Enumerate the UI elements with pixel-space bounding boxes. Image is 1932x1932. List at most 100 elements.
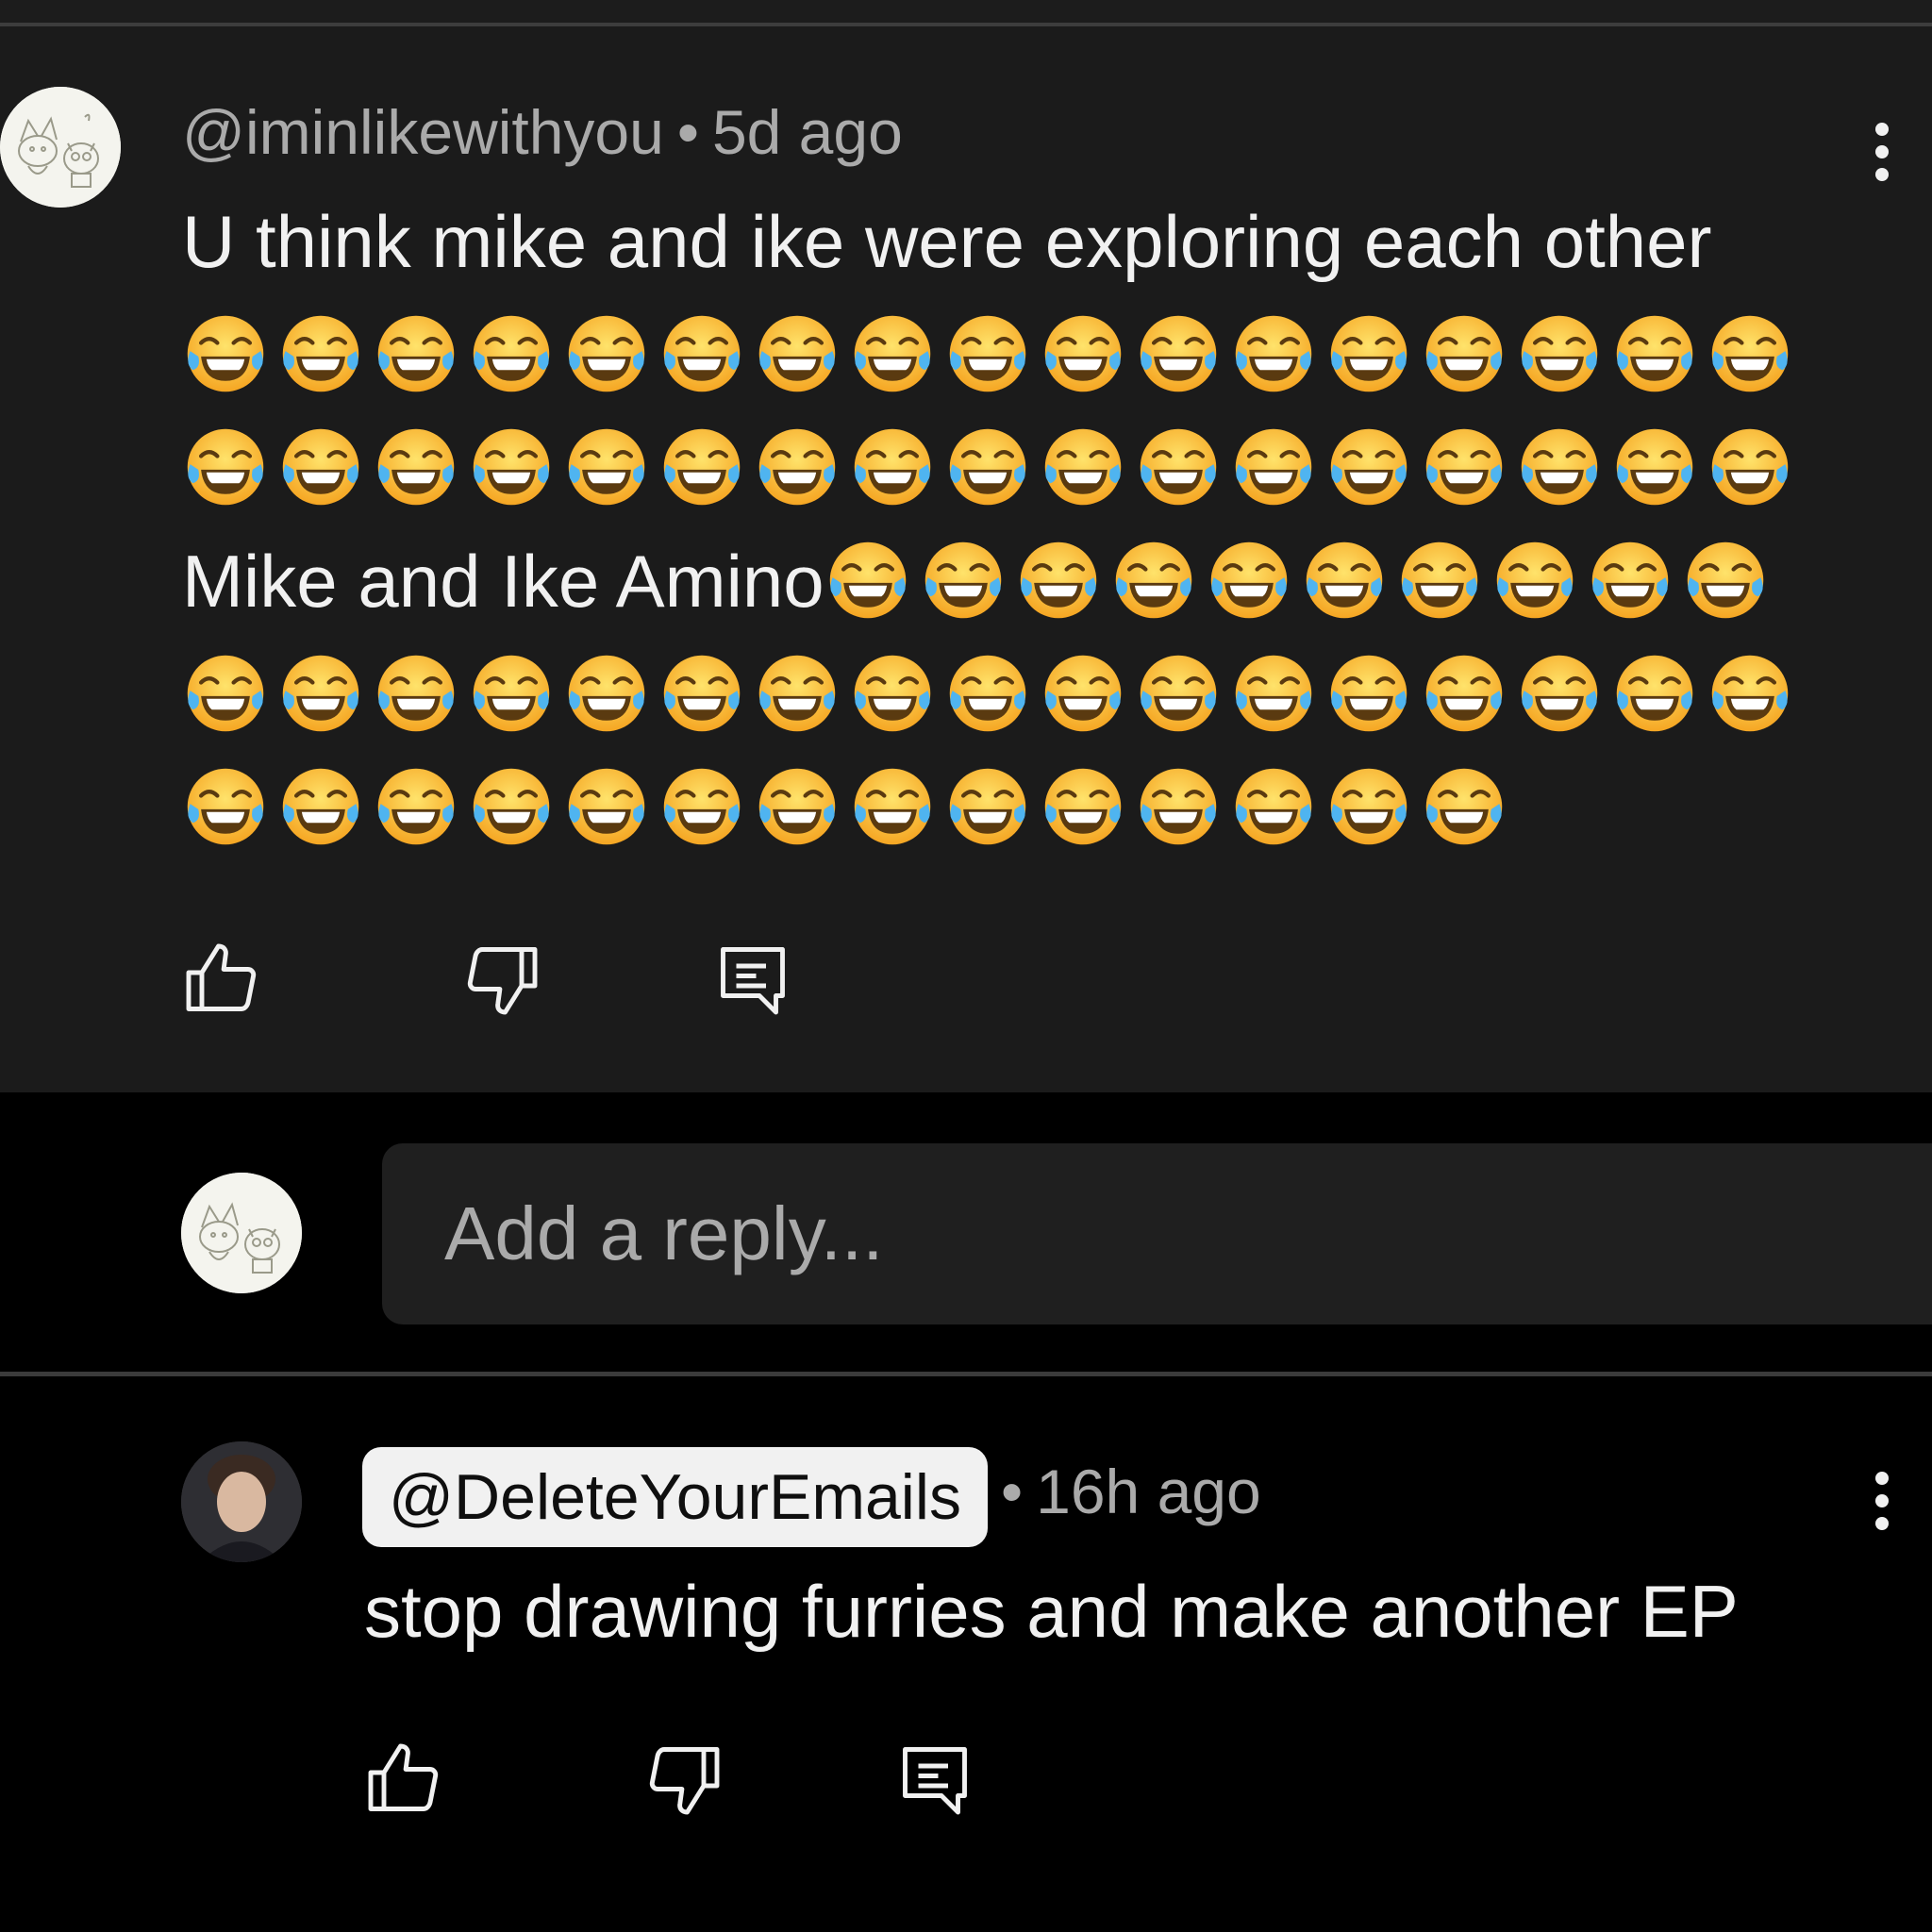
avatar[interactable] [181,1441,302,1562]
tears-of-joy-emoji-icon [1396,537,1483,624]
more-vertical-icon[interactable] [1863,115,1901,191]
tears-of-joy-emoji-icon [1516,310,1603,397]
reply-input[interactable]: Add a reply... [382,1143,1932,1324]
comment-timestamp: 5d ago [711,97,903,167]
avatar-photo-icon [181,1441,302,1562]
tears-of-joy-emoji-icon [1682,537,1769,624]
tears-of-joy-emoji-icon [849,650,936,737]
tears-of-joy-emoji-icon [563,424,650,510]
tears-of-joy-emoji-icon [1421,424,1507,510]
thumbs-down-icon[interactable] [462,940,541,1019]
tears-of-joy-emoji-icon [1135,763,1222,850]
tears-of-joy-emoji-icon [754,310,841,397]
thumbs-down-icon[interactable] [644,1740,724,1819]
tears-of-joy-emoji-icon [373,424,459,510]
tears-of-joy-emoji-icon [1135,424,1222,510]
tears-of-joy-emoji-icon [277,310,364,397]
comment-line: stop drawing furries and make another EP [364,1570,1739,1653]
tears-of-joy-emoji-icon [920,537,1007,624]
tears-of-joy-emoji-icon [1135,650,1222,737]
comment-author-handle[interactable]: @iminlikewithyou [182,97,664,167]
tears-of-joy-emoji-icon [468,310,555,397]
tears-of-joy-emoji-icon [1040,650,1126,737]
tears-of-joy-emoji-icon [1325,424,1412,510]
tears-of-joy-emoji-icon [944,424,1031,510]
comment-body: U think mike and ike were exploring each… [182,185,1842,864]
tears-of-joy-emoji-icon [1230,424,1317,510]
section-divider [0,1372,1932,1376]
tears-of-joy-emoji-icon [1421,310,1507,397]
tears-of-joy-emoji-icon [658,424,745,510]
tears-of-joy-emoji-icon [1040,763,1126,850]
comment-line-with-emoji: Mike and Ike Amino [182,525,1842,638]
tears-of-joy-emoji-icon [1040,424,1126,510]
comment-line: U think mike and ike were exploring each… [182,200,1712,283]
emoji-row [182,298,1842,411]
tears-of-joy-emoji-icon [563,310,650,397]
tears-of-joy-emoji-icon [1135,310,1222,397]
tears-of-joy-emoji-icon [1230,763,1317,850]
tears-of-joy-emoji-icon [1491,537,1578,624]
tears-of-joy-emoji-icon [1325,763,1412,850]
tears-of-joy-emoji-icon [182,424,269,510]
avatar-sketch-icon [0,87,121,208]
comment-line: Mike and Ike Amino [182,540,824,623]
tears-of-joy-emoji-icon [468,424,555,510]
tears-of-joy-emoji-icon [373,310,459,397]
tears-of-joy-emoji-icon [1707,424,1793,510]
tears-of-joy-emoji-icon [277,763,364,850]
comment-author-handle-highlighted[interactable]: @DeleteYourEmails [362,1446,989,1547]
tears-of-joy-emoji-icon [1325,310,1412,397]
tears-of-joy-emoji-icon [1230,310,1317,397]
tears-of-joy-emoji-icon [1325,650,1412,737]
comment-meta: @iminlikewithyou • 5d ago [182,94,903,170]
tears-of-joy-emoji-icon [1516,650,1603,737]
thumbs-up-icon[interactable] [364,1740,443,1819]
avatar[interactable] [0,87,121,208]
tears-of-joy-emoji-icon [1611,650,1698,737]
tears-of-joy-emoji-icon [563,650,650,737]
tears-of-joy-emoji-icon [1015,537,1102,624]
tears-of-joy-emoji-icon [1611,310,1698,397]
comment-meta: @DeleteYourEmails • 16h ago [362,1440,1261,1547]
tears-of-joy-emoji-icon [944,650,1031,737]
tears-of-joy-emoji-icon [182,763,269,850]
emoji-row [182,638,1842,751]
tears-of-joy-emoji-icon [277,650,364,737]
meta-separator: • [1001,1457,1024,1526]
tears-of-joy-emoji-icon [1230,650,1317,737]
current-user-avatar [181,1173,302,1293]
tears-of-joy-emoji-icon [563,763,650,850]
emoji-row [824,540,1777,623]
thumbs-up-icon[interactable] [182,940,261,1019]
tears-of-joy-emoji-icon [468,763,555,850]
tears-of-joy-emoji-icon [1516,424,1603,510]
tears-of-joy-emoji-icon [1421,763,1507,850]
more-vertical-icon[interactable] [1863,1464,1901,1540]
tears-of-joy-emoji-icon [658,650,745,737]
tears-of-joy-emoji-icon [373,650,459,737]
tears-of-joy-emoji-icon [754,424,841,510]
tears-of-joy-emoji-icon [754,650,841,737]
tears-of-joy-emoji-icon [468,650,555,737]
tears-of-joy-emoji-icon [1301,537,1388,624]
meta-separator: • [676,97,699,167]
tears-of-joy-emoji-icon [658,310,745,397]
tears-of-joy-emoji-icon [1707,650,1793,737]
tears-of-joy-emoji-icon [849,310,936,397]
reply-comment-icon[interactable] [713,940,792,1019]
tears-of-joy-emoji-icon [277,424,364,510]
comment-card-highlighted: @iminlikewithyou • 5d ago U think mike and… [0,26,1932,1092]
reply-placeholder: Add a reply... [444,1191,884,1275]
top-divider [0,0,1932,26]
tears-of-joy-emoji-icon [658,763,745,850]
tears-of-joy-emoji-icon [1587,537,1674,624]
reply-comment-icon[interactable] [895,1740,974,1819]
tears-of-joy-emoji-icon [849,763,936,850]
avatar-sketch-icon [181,1173,302,1293]
tears-of-joy-emoji-icon [1110,537,1197,624]
tears-of-joy-emoji-icon [1040,310,1126,397]
tears-of-joy-emoji-icon [182,650,269,737]
tears-of-joy-emoji-icon [1421,650,1507,737]
comment-timestamp: 16h ago [1036,1457,1261,1526]
